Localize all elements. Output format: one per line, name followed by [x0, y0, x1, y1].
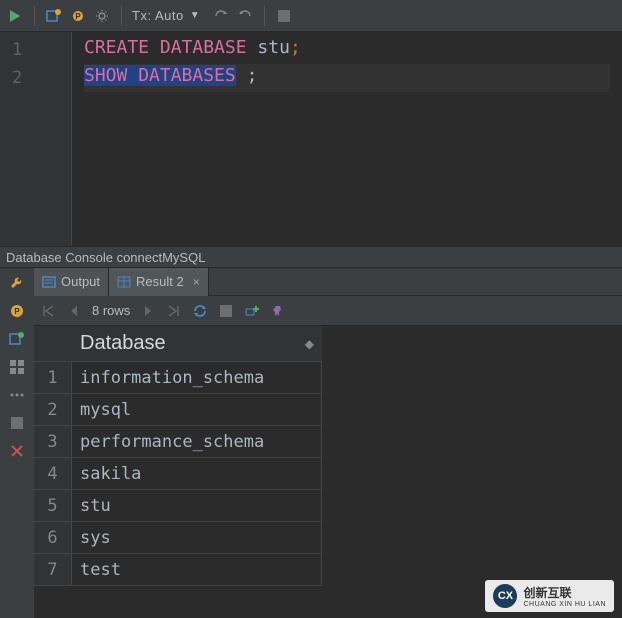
grid-cell[interactable]: sakila [72, 458, 322, 490]
grid-cell[interactable]: performance_schema [72, 426, 322, 458]
separator [34, 6, 35, 26]
row-number: 4 [34, 458, 72, 490]
separator [121, 6, 122, 26]
row-count-label: 8 rows [92, 303, 130, 318]
svg-text:P: P [14, 307, 20, 316]
last-page-icon[interactable] [166, 303, 182, 319]
line-gutter: 1 2 [0, 32, 72, 246]
result-toolbar: 8 rows [34, 296, 622, 326]
properties-icon[interactable]: P [8, 302, 26, 320]
next-page-icon[interactable] [140, 303, 156, 319]
grid-corner [34, 326, 72, 362]
table-icon [117, 275, 131, 289]
chevron-down-icon[interactable]: ▼ [190, 10, 200, 21]
first-page-icon[interactable] [40, 303, 56, 319]
watermark: CX 创新互联 CHUANG XIN HU LIAN [485, 580, 614, 612]
tab-result[interactable]: Result 2 × [109, 268, 209, 296]
grid-cell[interactable]: mysql [72, 394, 322, 426]
grid-cell[interactable]: stu [72, 490, 322, 522]
run-icon[interactable] [6, 7, 24, 25]
svg-text:P: P [75, 12, 81, 21]
keyword: CREATE [84, 37, 149, 58]
keyword: DATABASES [138, 65, 236, 86]
line-number: 2 [0, 64, 71, 92]
layout-icon[interactable] [8, 358, 26, 376]
grid-cell[interactable]: information_schema [72, 362, 322, 394]
grid-cell[interactable]: sys [72, 522, 322, 554]
row-number: 1 [34, 362, 72, 394]
output-icon [42, 275, 56, 289]
grid-cell[interactable]: test [72, 554, 322, 586]
result-grid[interactable]: 1 2 3 4 5 6 7 Database ◆ information_sch… [34, 326, 622, 586]
add-row-icon[interactable] [244, 303, 260, 319]
results-main: Output Result 2 × 8 rows [34, 268, 622, 618]
stop-icon[interactable] [218, 303, 234, 319]
dots-icon[interactable] [8, 386, 26, 404]
commit-icon[interactable] [212, 7, 230, 25]
watermark-text: 创新互联 CHUANG XIN HU LIAN [523, 584, 606, 608]
row-number: 3 [34, 426, 72, 458]
sort-icon[interactable]: ◆ [305, 337, 314, 351]
grid-row-numbers: 1 2 3 4 5 6 7 [34, 326, 72, 586]
row-number: 7 [34, 554, 72, 586]
watermark-logo: CX [493, 584, 517, 608]
tab-output[interactable]: Output [34, 268, 109, 296]
tab-label: Result 2 [136, 274, 184, 289]
identifier: stu [257, 37, 290, 58]
code-area[interactable]: CREATE DATABASE stu; SHOW DATABASES ; [72, 32, 622, 246]
row-number: 5 [34, 490, 72, 522]
results-panel: P Output Result 2 × [0, 268, 622, 618]
console-panel-title: Database Console connectMySQL [0, 246, 622, 268]
sql-editor[interactable]: 1 2 CREATE DATABASE stu; SHOW DATABASES … [0, 32, 622, 246]
row-number: 6 [34, 522, 72, 554]
code-line-current[interactable]: SHOW DATABASES ; [84, 64, 610, 92]
new-console-icon[interactable] [45, 7, 63, 25]
refresh-icon[interactable] [192, 303, 208, 319]
code-line[interactable]: CREATE DATABASE stu; [84, 36, 610, 64]
grid-column-database: Database ◆ information_schema mysql perf… [72, 326, 322, 586]
tab-label: Output [61, 274, 100, 289]
properties-icon[interactable]: P [69, 7, 87, 25]
keyword: SHOW [84, 65, 127, 86]
separator [264, 6, 265, 26]
rollback-icon[interactable] [236, 7, 254, 25]
wrench-icon[interactable] [8, 274, 26, 292]
tx-mode-label[interactable]: Tx: Auto [132, 8, 184, 23]
row-number: 2 [34, 394, 72, 426]
prev-page-icon[interactable] [66, 303, 82, 319]
keyword: DATABASE [160, 37, 247, 58]
new-console-icon[interactable] [8, 330, 26, 348]
stop-icon[interactable] [8, 414, 26, 432]
close-icon[interactable]: × [193, 275, 200, 289]
semicolon: ; [290, 37, 301, 58]
editor-toolbar: P Tx: Auto ▼ [0, 0, 622, 32]
close-icon[interactable] [8, 442, 26, 460]
column-title: Database [80, 332, 166, 355]
column-header[interactable]: Database ◆ [72, 326, 322, 362]
settings-icon[interactable] [93, 7, 111, 25]
stop-icon[interactable] [275, 7, 293, 25]
pin-icon[interactable] [270, 303, 286, 319]
line-number: 1 [0, 36, 71, 64]
results-side-toolbar: P [0, 268, 34, 618]
results-tabs: Output Result 2 × [34, 268, 622, 296]
semicolon: ; [247, 65, 258, 86]
